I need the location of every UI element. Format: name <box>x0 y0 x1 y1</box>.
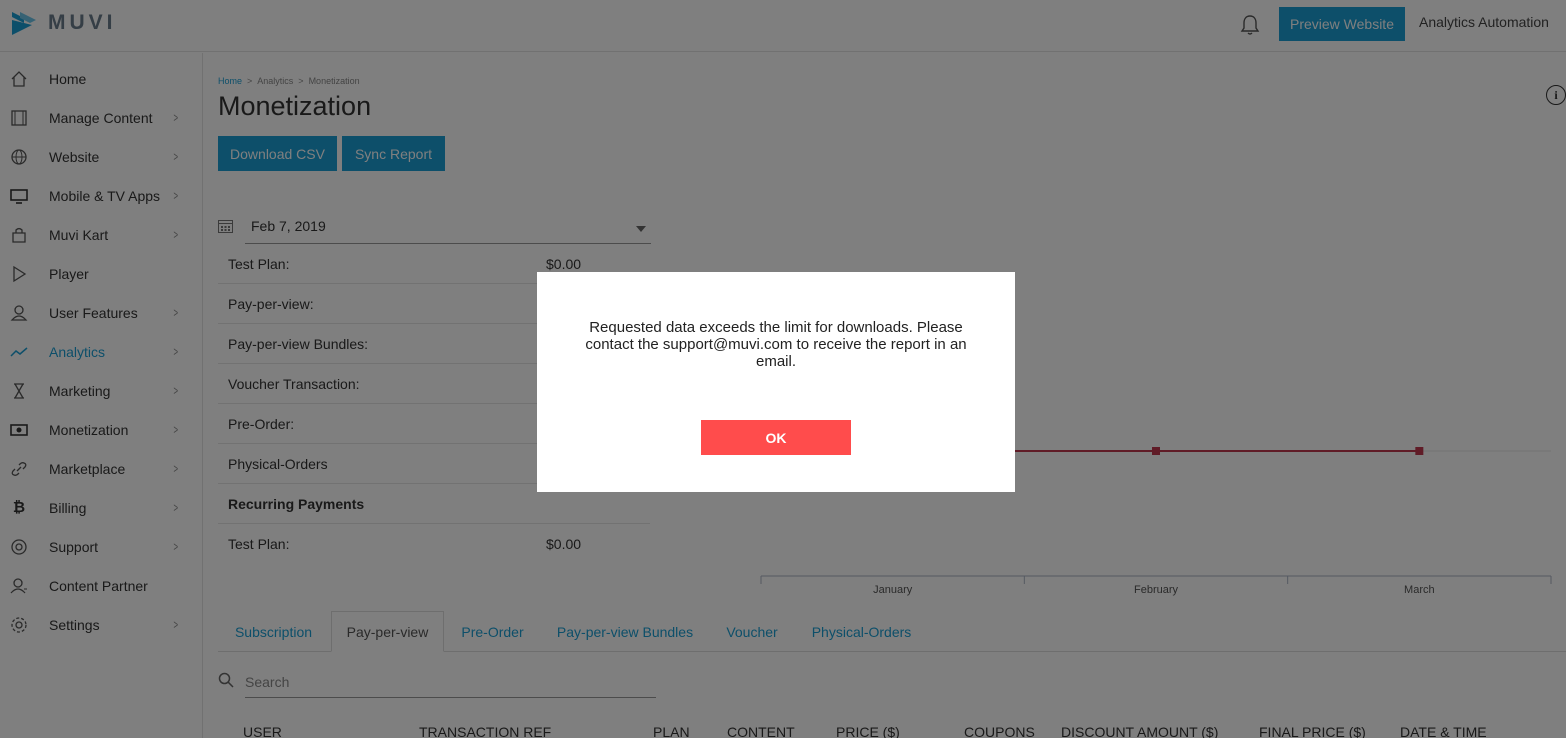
modal-overlay[interactable]: Requested data exceeds the limit for dow… <box>0 0 1566 738</box>
ok-button[interactable]: OK <box>701 420 851 455</box>
dialog-message: Requested data exceeds the limit for dow… <box>585 319 967 370</box>
alert-dialog: Requested data exceeds the limit for dow… <box>537 272 1015 492</box>
